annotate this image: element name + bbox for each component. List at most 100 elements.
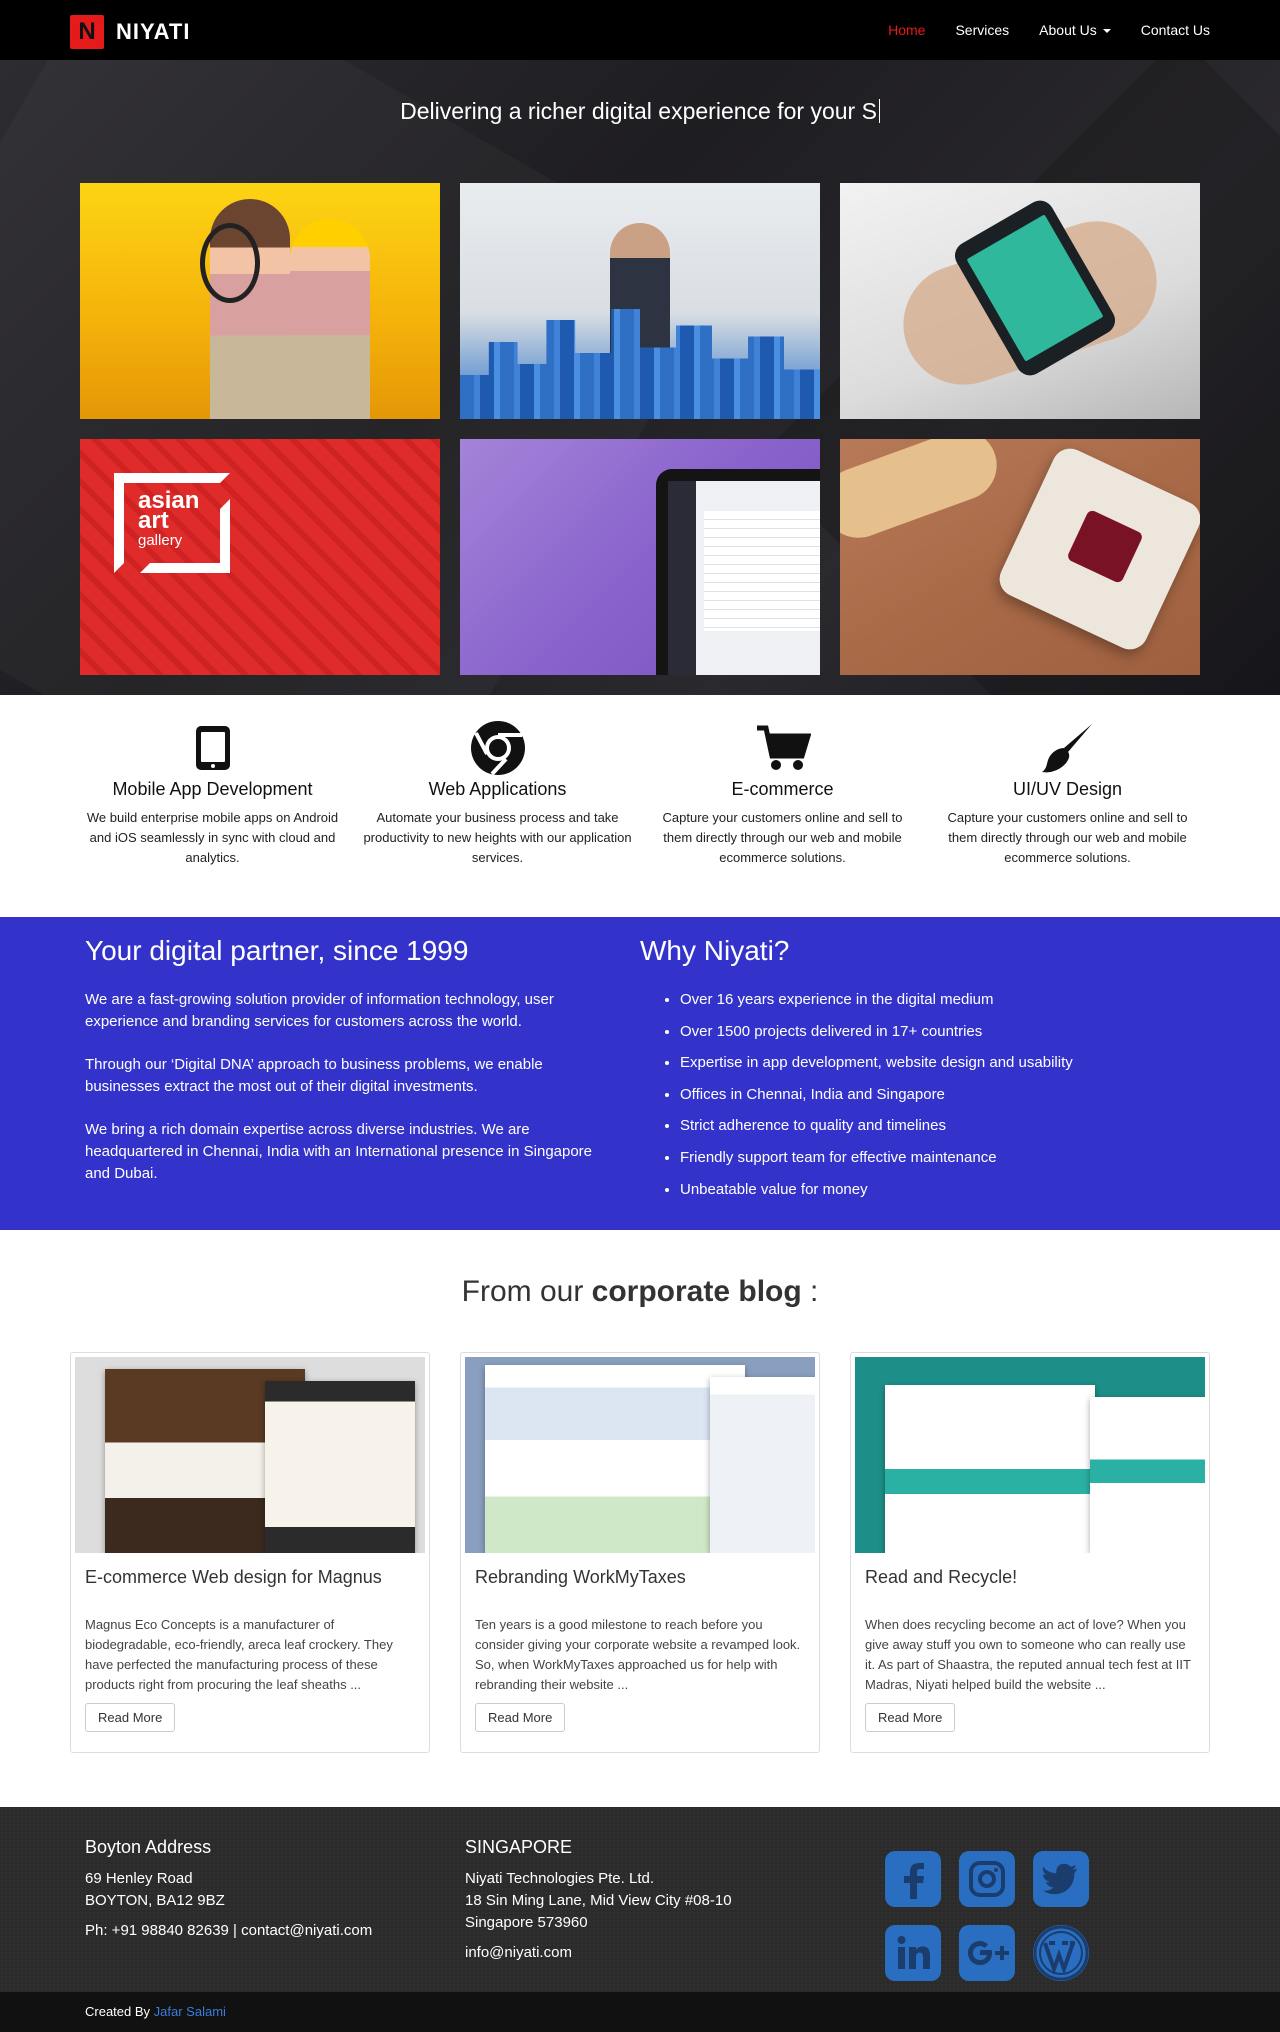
about-paragraph: We bring a rich domain expertise across …: [85, 1121, 593, 1182]
wordpress-icon[interactable]: [1033, 1925, 1089, 1981]
list-item: Over 16 years experience in the digital …: [680, 989, 1195, 1011]
why-niyati-heading: Why Niyati?: [640, 935, 790, 966]
blog-card: Read and Recycle! When does recycling be…: [850, 1352, 1210, 1753]
facebook-icon[interactable]: [885, 1851, 941, 1907]
shopping-cart-icon: [640, 720, 925, 775]
nav-about-us[interactable]: About Us: [1039, 22, 1111, 38]
tablet-icon: [70, 720, 355, 775]
service-title: Mobile App Development: [112, 779, 313, 799]
service-web-applications: Web Applications Automate your business …: [355, 720, 640, 917]
services-section: Mobile App Development We build enterpri…: [0, 695, 1280, 917]
bread-image: [840, 439, 1007, 548]
twitter-icon[interactable]: [1033, 1851, 1089, 1907]
author-link[interactable]: Jafar Salami: [154, 2004, 226, 2019]
paint-brush-icon: [925, 720, 1210, 775]
website-mockup-image: [485, 1365, 745, 1553]
blog-section: From our corporate blog : E-commerce Web…: [0, 1230, 1280, 1807]
service-ecommerce: E-commerce Capture your customers online…: [640, 720, 925, 917]
navbar: N NIYATI Home Services About Us Contact …: [0, 0, 1280, 60]
why-niyati-column: Why Niyati? Over 16 years experience in …: [640, 917, 1195, 1230]
portfolio-tile-business-city[interactable]: [460, 183, 820, 419]
main-nav: Home Services About Us Contact Us: [858, 0, 1210, 60]
portfolio-tile-operations-dashboard[interactable]: [460, 439, 820, 675]
footer: Boyton Address 69 Henley Road BOYTON, BA…: [0, 1807, 1280, 1992]
address-heading: Boyton Address: [85, 1837, 212, 1857]
nav-services[interactable]: Services: [955, 22, 1009, 38]
chrome-icon: [355, 720, 640, 775]
niyati-logo-icon: N: [70, 15, 104, 49]
why-niyati-list: Over 16 years experience in the digital …: [680, 989, 1195, 1201]
service-mobile-app: Mobile App Development We build enterpri…: [70, 720, 355, 917]
address-line: 69 Henley Road: [85, 1870, 193, 1887]
website-mockup-image: [885, 1385, 1095, 1553]
portfolio-grid: asian art gallery: [0, 183, 1280, 675]
typing-cursor: [878, 99, 880, 123]
service-ui-design: UI/UV Design Capture your customers onli…: [925, 720, 1210, 917]
read-more-button[interactable]: Read More: [865, 1703, 956, 1732]
social-links: [885, 1851, 1089, 1981]
tennis-racket-image: [200, 223, 260, 303]
blog-post-title[interactable]: Read and Recycle!: [865, 1567, 1195, 1615]
website-mockup-image: [1090, 1397, 1205, 1553]
website-mockup-image: [265, 1381, 415, 1553]
address-heading: SINGAPORE: [465, 1837, 573, 1857]
list-item: Friendly support team for effective main…: [680, 1147, 1195, 1169]
singapore-address: SINGAPORE Niyati Technologies Pte. Ltd. …: [465, 1837, 732, 1964]
blog-post-excerpt: When does recycling become an act of lov…: [865, 1617, 1191, 1692]
portfolio-tile-asian-art-gallery[interactable]: asian art gallery: [80, 439, 440, 675]
blog-card: Rebranding WorkMyTaxes Ten years is a go…: [460, 1352, 820, 1753]
about-section: Your digital partner, since 1999 We are …: [0, 917, 1280, 1230]
blog-thumbnail[interactable]: [855, 1357, 1205, 1553]
service-title: E-commerce: [731, 779, 834, 799]
service-description: Automate your business process and take …: [363, 810, 632, 865]
nav-about-us-label: About Us: [1039, 22, 1097, 38]
about-paragraph: We are a fast-growing solution provider …: [85, 991, 554, 1030]
blog-post-excerpt: Magnus Eco Concepts is a manufacturer of…: [85, 1617, 393, 1692]
service-title: Web Applications: [428, 779, 567, 799]
copyright-bar: Created By Jafar Salami: [0, 1992, 1280, 2032]
hero-section: Delivering a richer digital experience f…: [0, 60, 1280, 695]
address-line: BOYTON, BA12 9BZ: [85, 1892, 225, 1909]
service-description: We build enterprise mobile apps on Andro…: [86, 810, 339, 865]
read-more-button[interactable]: Read More: [475, 1703, 566, 1732]
list-item: Expertise in app development, website de…: [680, 1052, 1195, 1074]
blog-post-title[interactable]: Rebranding WorkMyTaxes: [475, 1567, 805, 1615]
instagram-icon[interactable]: [959, 1851, 1015, 1907]
list-item: Strict adherence to quality and timeline…: [680, 1115, 1195, 1137]
list-item: Over 1500 projects delivered in 17+ coun…: [680, 1021, 1195, 1043]
hero-tagline: Delivering a richer digital experience f…: [0, 60, 1280, 183]
city-skyline-image: [460, 309, 820, 419]
address-line: Singapore 573960: [465, 1914, 588, 1931]
blog-thumbnail[interactable]: [75, 1357, 425, 1553]
caret-down-icon: [1102, 29, 1111, 34]
kid-figure-image: [290, 219, 370, 419]
about-paragraph: Through our ‘Digital DNA’ approach to bu…: [85, 1056, 543, 1095]
service-description: Capture your customers online and sell t…: [947, 810, 1188, 865]
tablet-device-image: [656, 469, 820, 675]
blog-post-title[interactable]: E-commerce Web design for Magnus: [85, 1567, 415, 1615]
blog-heading: From our corporate blog :: [461, 1275, 819, 1308]
address-line: Niyati Technologies Pte. Ltd.: [465, 1870, 655, 1887]
portfolio-tile-smartphone[interactable]: [840, 183, 1200, 419]
google-plus-icon[interactable]: [959, 1925, 1015, 1981]
read-more-button[interactable]: Read More: [85, 1703, 176, 1732]
email-line: info@niyati.com: [465, 1944, 572, 1961]
portfolio-tile-kids[interactable]: [80, 183, 440, 419]
dashboard-screen-image: [668, 481, 820, 675]
nav-contact-us[interactable]: Contact Us: [1141, 22, 1210, 38]
address-line: 18 Sin Ming Lane, Mid View City #08-10: [465, 1892, 732, 1909]
digital-partner-heading: Your digital partner, since 1999: [85, 935, 469, 966]
linkedin-icon[interactable]: [885, 1925, 941, 1981]
blog-thumbnail[interactable]: [465, 1357, 815, 1553]
list-item: Offices in Chennai, India and Singapore: [680, 1084, 1195, 1106]
nav-home[interactable]: Home: [888, 22, 925, 38]
brand-logo-link[interactable]: N NIYATI: [70, 15, 190, 49]
digital-partner-column: Your digital partner, since 1999 We are …: [85, 917, 640, 1230]
blog-card: E-commerce Web design for Magnus Magnus …: [70, 1352, 430, 1753]
website-mockup-image: [710, 1377, 815, 1553]
service-title: UI/UV Design: [1012, 779, 1123, 799]
copyright-prefix: Created By: [85, 2004, 154, 2019]
hero-tagline-text: Delivering a richer digital experience f…: [400, 98, 877, 124]
portfolio-tile-food[interactable]: [840, 439, 1200, 675]
brand-name: NIYATI: [116, 19, 191, 44]
